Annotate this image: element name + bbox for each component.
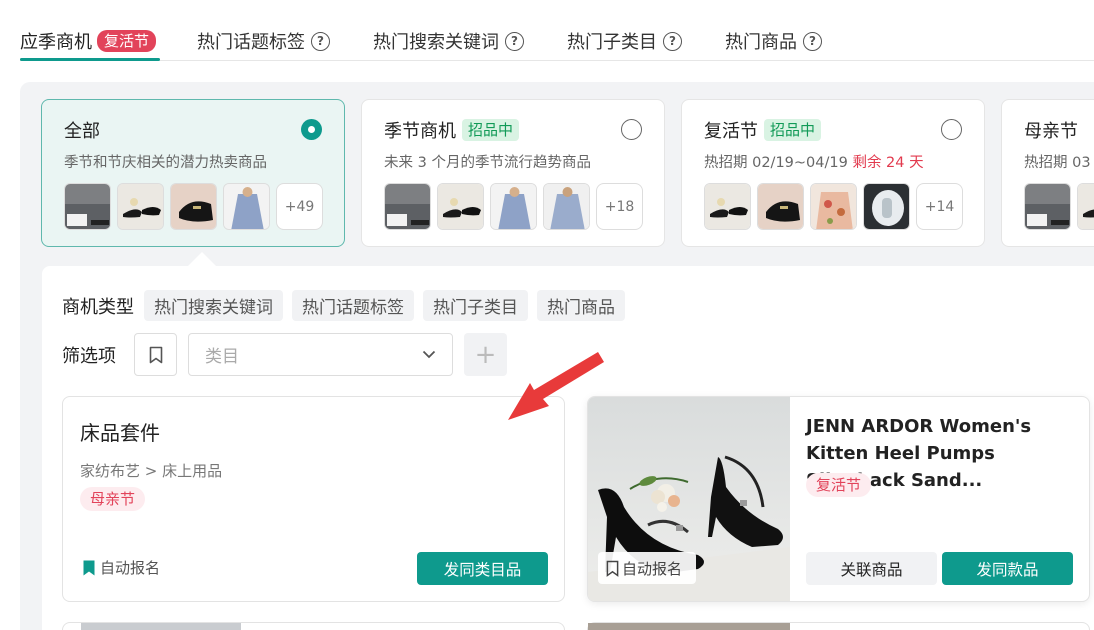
help-icon[interactable]: ? bbox=[803, 31, 822, 51]
opportunity-panel: 全部 季节和节庆相关的潜力热卖商品 +49 季节商机 招品中 未来 3 个月的季… bbox=[20, 82, 1094, 630]
tab-hot-hashtags[interactable]: 热门话题标签 ? bbox=[197, 26, 330, 56]
top-tabs: 应季商机 复活节 热门话题标签 ? 热门搜索关键词 ? 热门子类目 ? 热门商品… bbox=[0, 0, 1094, 62]
related-products-button[interactable]: 关联商品 bbox=[806, 552, 937, 585]
tab-hot-products[interactable]: 热门商品 ? bbox=[725, 26, 822, 56]
more-thumbnails[interactable]: +18 bbox=[596, 183, 643, 230]
add-filter-button[interactable]: + bbox=[464, 333, 507, 376]
type-chip-hot-subcategories[interactable]: 热门子类目 bbox=[423, 290, 528, 321]
more-thumbnails[interactable]: +14 bbox=[916, 183, 963, 230]
auto-enroll-toggle[interactable]: 自动报名 bbox=[82, 557, 160, 578]
radio-unselected[interactable] bbox=[941, 119, 962, 140]
category-select[interactable]: 类目 bbox=[188, 333, 453, 376]
card-title: 季节商机 bbox=[384, 121, 456, 142]
card-title: 母亲节 bbox=[1024, 121, 1078, 142]
tab-label: 热门商品 bbox=[725, 32, 797, 53]
category-placeholder: 类目 bbox=[205, 347, 239, 367]
tab-seasonal[interactable]: 应季商机 复活节 bbox=[20, 26, 157, 56]
next-card-partial bbox=[62, 622, 565, 630]
card-description: 未来 3 个月的季节流行趋势商品 bbox=[384, 155, 591, 171]
selected-card-pointer bbox=[188, 252, 216, 266]
tab-label: 热门子类目 bbox=[567, 32, 657, 53]
radio-unselected[interactable] bbox=[621, 119, 642, 140]
active-tab-indicator bbox=[20, 58, 160, 61]
bookmark-icon bbox=[149, 346, 162, 363]
thumbnail-row: +14 bbox=[704, 183, 984, 230]
shoes-thumbnail bbox=[1077, 183, 1094, 230]
device-thumbnail bbox=[863, 183, 910, 230]
card-description: 季节和节庆相关的潜力热卖商品 bbox=[64, 155, 267, 171]
bookmark-filled-icon bbox=[83, 560, 95, 575]
bookmark-icon bbox=[606, 560, 619, 577]
status-badge: 招品中 bbox=[764, 119, 822, 141]
opportunity-card-all[interactable]: 全部 季节和节庆相关的潜力热卖商品 +49 bbox=[41, 99, 345, 247]
card-description: 热招期 02/19~04/19 剩余 24 天 bbox=[704, 151, 984, 172]
bedding-thumbnail bbox=[384, 183, 431, 230]
filter-label: 筛选项 bbox=[62, 345, 116, 367]
opportunity-card-easter[interactable]: 复活节 招品中 热招期 02/19~04/19 剩余 24 天 +14 bbox=[681, 99, 985, 247]
type-chip-hot-hashtags[interactable]: 热门话题标签 bbox=[292, 290, 414, 321]
more-thumbnails[interactable]: +49 bbox=[276, 183, 323, 230]
bedding-thumbnail bbox=[64, 183, 111, 230]
floral-top-thumbnail bbox=[810, 183, 857, 230]
chevron-down-icon bbox=[422, 350, 436, 359]
auto-enroll-label: 自动报名 bbox=[622, 559, 683, 578]
tab-label: 热门话题标签 bbox=[197, 32, 305, 53]
card-title: 全部 bbox=[64, 121, 100, 142]
loafer-thumbnail bbox=[757, 183, 804, 230]
thumbnail-row bbox=[1024, 183, 1094, 230]
opportunity-card-mothers-day[interactable]: 母亲节 热招期 03 bbox=[1001, 99, 1094, 247]
type-chip-hot-keywords[interactable]: 热门搜索关键词 bbox=[144, 290, 283, 321]
next-card-partial bbox=[587, 622, 1090, 630]
category-card: 床品套件 家纺布艺 > 床上用品 母亲节 自动报名 发同类目品 bbox=[62, 396, 565, 602]
tab-label: 热门搜索关键词 bbox=[373, 32, 499, 53]
product-image[interactable]: 自动报名 bbox=[588, 397, 790, 601]
thumbnail-row: +49 bbox=[64, 183, 344, 230]
publish-same-product-button[interactable]: 发同款品 bbox=[942, 552, 1073, 585]
shoes-thumbnail bbox=[704, 183, 751, 230]
radio-selected[interactable] bbox=[301, 119, 322, 140]
tabs-divider bbox=[20, 60, 1094, 61]
tab-hot-keywords[interactable]: 热门搜索关键词 ? bbox=[373, 26, 524, 56]
blouse-thumbnail bbox=[490, 183, 537, 230]
status-badge: 招品中 bbox=[462, 119, 520, 141]
blouse-thumbnail bbox=[223, 183, 270, 230]
help-icon[interactable]: ? bbox=[663, 31, 682, 51]
product-card: 自动报名 JENN ARDOR Women's Kitten Heel Pump… bbox=[587, 396, 1090, 602]
auto-enroll-label: 自动报名 bbox=[100, 559, 161, 577]
publish-same-category-button[interactable]: 发同类目品 bbox=[417, 552, 548, 585]
bookmark-filter-button[interactable] bbox=[134, 333, 177, 376]
tab-badge: 复活节 bbox=[97, 30, 157, 52]
tab-label: 应季商机 bbox=[20, 32, 92, 53]
shoes-thumbnail bbox=[117, 183, 164, 230]
type-chip-hot-products[interactable]: 热门商品 bbox=[537, 290, 625, 321]
opportunity-content: 商机类型 热门搜索关键词 热门话题标签 热门子类目 热门商品 筛选项 类目 + … bbox=[42, 266, 1094, 630]
thumbnail-row: +18 bbox=[384, 183, 664, 230]
bedding-thumbnail bbox=[1024, 183, 1071, 230]
holiday-tag: 母亲节 bbox=[80, 487, 146, 511]
opportunity-type-row: 商机类型 热门搜索关键词 热门话题标签 热门子类目 热门商品 bbox=[62, 290, 634, 321]
auto-enroll-overlay[interactable]: 自动报名 bbox=[598, 552, 696, 584]
blouse-thumbnail bbox=[543, 183, 590, 230]
opportunity-type-label: 商机类型 bbox=[62, 296, 134, 318]
help-icon[interactable]: ? bbox=[311, 31, 330, 51]
card-description: 热招期 03 bbox=[1024, 155, 1091, 171]
category-title: 床品套件 bbox=[80, 421, 160, 445]
promo-period: 热招期 02/19~04/19 bbox=[704, 155, 853, 171]
help-icon[interactable]: ? bbox=[505, 31, 524, 51]
holiday-tag: 复活节 bbox=[806, 473, 872, 497]
loafer-thumbnail bbox=[170, 183, 217, 230]
category-breadcrumb: 家纺布艺 > 床上用品 bbox=[80, 462, 223, 480]
filter-row: 筛选项 类目 + bbox=[62, 333, 507, 376]
tab-hot-subcategories[interactable]: 热门子类目 ? bbox=[567, 26, 682, 56]
shoes-thumbnail bbox=[437, 183, 484, 230]
countdown-text: 剩余 24 天 bbox=[852, 155, 924, 171]
opportunity-card-seasonal[interactable]: 季节商机 招品中 未来 3 个月的季节流行趋势商品 +18 bbox=[361, 99, 665, 247]
card-title: 复活节 bbox=[704, 121, 758, 142]
